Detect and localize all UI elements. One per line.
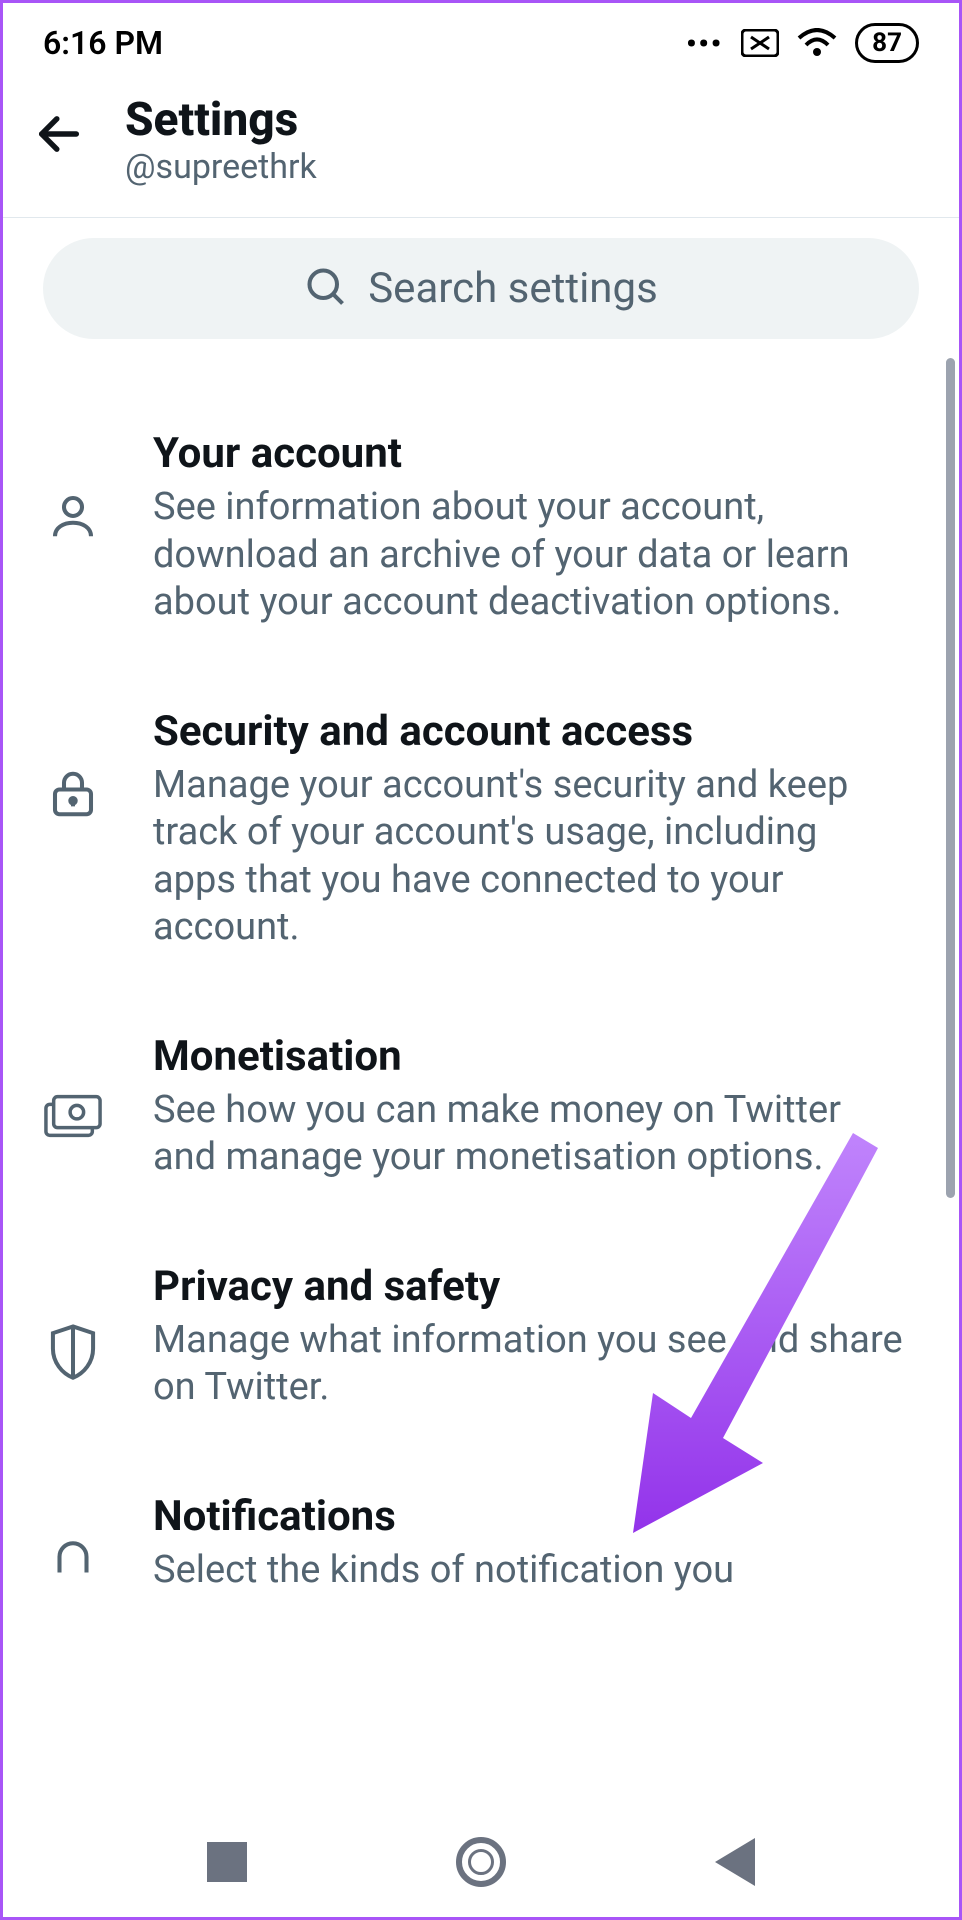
setting-title: Your account: [153, 429, 909, 478]
bell-icon: [43, 1532, 103, 1586]
status-time: 6:16 PM: [43, 24, 163, 62]
no-sim-icon: [741, 29, 779, 57]
setting-privacy-safety[interactable]: Privacy and safety Manage what informati…: [3, 1222, 959, 1452]
wifi-icon: [797, 28, 837, 58]
app-header: Settings @supreethrk: [3, 73, 959, 218]
nav-home-icon[interactable]: [456, 1837, 506, 1887]
status-icons: ••• 87: [686, 23, 919, 63]
setting-description: Select the kinds of notification you: [153, 1547, 909, 1595]
status-bar: 6:16 PM ••• 87: [3, 3, 959, 73]
setting-your-account[interactable]: Your account See information about your …: [3, 389, 959, 667]
scrollbar-indicator[interactable]: [946, 358, 955, 1198]
shield-icon: [43, 1322, 103, 1380]
search-input[interactable]: Search settings: [43, 238, 919, 339]
setting-description: See how you can make money on Twitter an…: [153, 1087, 909, 1182]
search-placeholder: Search settings: [368, 264, 658, 313]
back-arrow-icon[interactable]: [33, 108, 85, 173]
lock-icon: [43, 767, 103, 821]
setting-description: Manage your account's security and keep …: [153, 762, 909, 952]
settings-list: Your account See information about your …: [3, 359, 959, 1664]
setting-monetisation[interactable]: Monetisation See how you can make money …: [3, 992, 959, 1222]
account-handle: @supreethrk: [125, 147, 317, 187]
more-dots-icon: •••: [686, 27, 723, 60]
search-container: Search settings: [3, 218, 959, 359]
setting-title: Security and account access: [153, 707, 909, 756]
setting-title: Notifications: [153, 1492, 909, 1541]
money-icon: [43, 1092, 103, 1140]
setting-description: See information about your account, down…: [153, 484, 909, 627]
setting-title: Monetisation: [153, 1032, 909, 1081]
setting-description: Manage what information you see and shar…: [153, 1317, 909, 1412]
search-icon: [304, 265, 348, 313]
system-navbar: [3, 1807, 959, 1917]
setting-title: Privacy and safety: [153, 1262, 909, 1311]
nav-recents-icon[interactable]: [207, 1842, 247, 1882]
nav-back-icon[interactable]: [715, 1838, 755, 1886]
person-icon: [43, 489, 103, 543]
setting-security[interactable]: Security and account access Manage your …: [3, 667, 959, 992]
setting-notifications[interactable]: Notifications Select the kinds of notifi…: [3, 1452, 959, 1635]
page-title: Settings: [125, 93, 317, 147]
battery-indicator: 87: [855, 23, 919, 63]
